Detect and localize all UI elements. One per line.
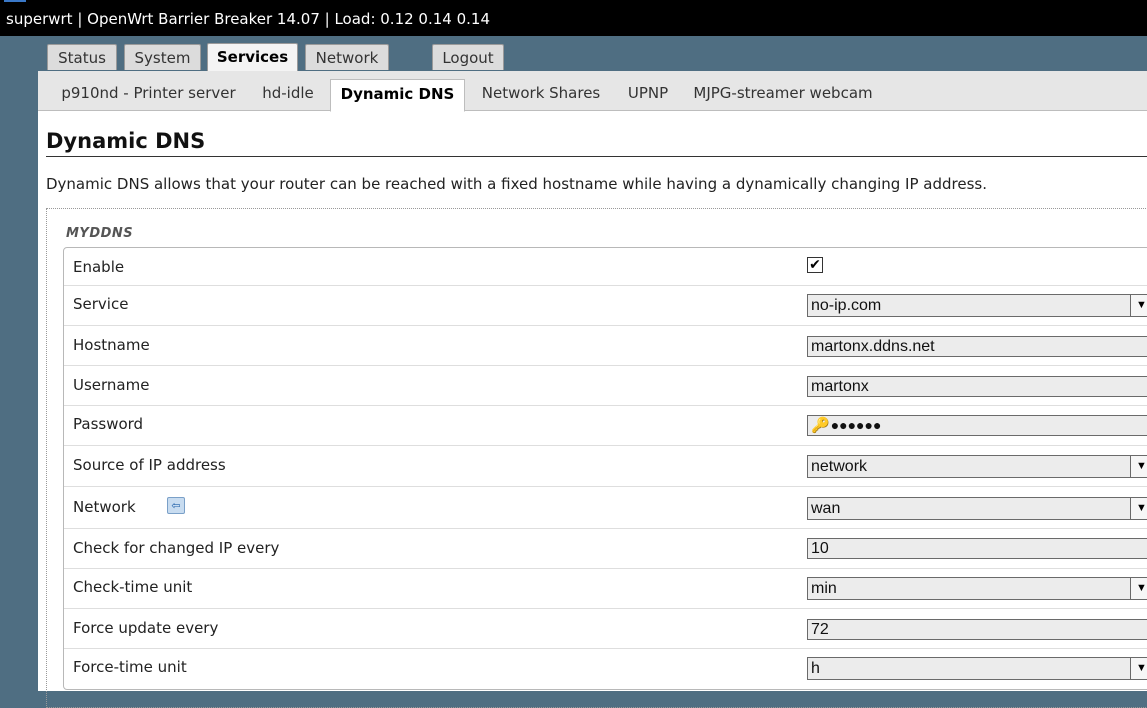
subtab-upnp[interactable]: UPNP: [618, 79, 678, 111]
subtab-hd-idle[interactable]: hd-idle: [252, 79, 324, 111]
subtab-dynamic-dns[interactable]: Dynamic DNS: [330, 79, 465, 112]
enable-label: Enable: [73, 258, 125, 276]
page-title: Dynamic DNS: [46, 129, 206, 153]
subtab-network-shares[interactable]: Network Shares: [472, 79, 610, 111]
ip-source-select[interactable]: network ▼: [807, 455, 1147, 478]
network-label: Network: [73, 498, 136, 516]
page-content: p910nd - Printer server hd-idle Dynamic …: [38, 71, 1147, 708]
chevron-down-icon: ▼: [1130, 578, 1147, 599]
username-label: Username: [73, 376, 150, 394]
force-unit-select[interactable]: h ▼: [807, 657, 1147, 680]
hostname-input[interactable]: martonx.ddns.net: [807, 336, 1147, 357]
hostname-label: Hostname: [73, 336, 150, 354]
row-password: Password 🔑●●●●●● ⟳: [64, 406, 1147, 446]
chevron-down-icon: ▼: [1130, 498, 1147, 519]
tab-network[interactable]: Network: [305, 44, 389, 70]
row-enable: Enable ✔: [64, 248, 1147, 286]
chevron-down-icon: ▼: [1130, 456, 1147, 477]
row-ip-source: Source of IP address network ▼: [64, 446, 1147, 487]
chevron-down-icon: ▼: [1130, 295, 1147, 316]
header-bar: superwrt | OpenWrt Barrier Breaker 14.07…: [0, 0, 1147, 36]
header-accent: [4, 0, 26, 2]
row-force-interval: Force update every 72: [64, 609, 1147, 649]
ip-source-value: network: [811, 458, 868, 475]
force-unit-label: Force-time unit: [73, 658, 187, 676]
row-force-unit: Force-time unit h ▼: [64, 649, 1147, 689]
tab-status[interactable]: Status: [47, 44, 117, 70]
header-title: superwrt | OpenWrt Barrier Breaker 14.07…: [6, 10, 490, 28]
check-unit-select[interactable]: min ▼: [807, 577, 1147, 600]
subtab-mjpg-streamer[interactable]: MJPG-streamer webcam: [686, 79, 880, 111]
tab-logout[interactable]: Logout: [432, 44, 504, 70]
row-check-unit: Check-time unit min ▼: [64, 569, 1147, 609]
row-hostname: Hostname martonx.ddns.net: [64, 326, 1147, 366]
ip-source-label: Source of IP address: [73, 456, 226, 474]
tab-system[interactable]: System: [124, 44, 201, 70]
service-value: no-ip.com: [811, 297, 882, 314]
main-tabs: Status System Services Network Logout: [0, 36, 1147, 72]
check-unit-value: min: [811, 580, 837, 597]
service-select[interactable]: no-ip.com ▼: [807, 294, 1147, 317]
title-divider: [46, 156, 1147, 157]
row-check-interval: Check for changed IP every 10: [64, 529, 1147, 569]
page-description: Dynamic DNS allows that your router can …: [46, 175, 987, 193]
force-interval-label: Force update every: [73, 619, 219, 637]
chevron-down-icon: ▼: [1130, 658, 1147, 679]
password-value: ●●●●●●: [830, 417, 882, 433]
username-input[interactable]: martonx: [807, 376, 1147, 397]
force-interval-input[interactable]: 72: [807, 619, 1147, 640]
service-label: Service: [73, 295, 129, 313]
tab-services[interactable]: Services: [207, 43, 298, 71]
check-unit-label: Check-time unit: [73, 578, 193, 596]
sub-tabs: p910nd - Printer server hd-idle Dynamic …: [38, 71, 1147, 112]
row-network: Network ⇦ wan ▼: [64, 487, 1147, 529]
password-label: Password: [73, 415, 144, 433]
row-service: Service no-ip.com ▼: [64, 286, 1147, 326]
row-username: Username martonx: [64, 366, 1147, 406]
force-unit-value: h: [811, 660, 820, 677]
password-input[interactable]: 🔑●●●●●●: [807, 415, 1147, 436]
key-icon: 🔑: [811, 417, 830, 434]
section-legend: MYDDNS: [66, 226, 134, 241]
subtab-p910nd[interactable]: p910nd - Printer server: [46, 79, 251, 111]
check-interval-input[interactable]: 10: [807, 538, 1147, 559]
help-icon[interactable]: ⇦: [167, 497, 185, 514]
check-interval-label: Check for changed IP every: [73, 539, 280, 557]
enable-checkbox[interactable]: ✔: [807, 257, 823, 273]
network-value: wan: [811, 500, 841, 517]
network-select[interactable]: wan ▼: [807, 497, 1147, 520]
